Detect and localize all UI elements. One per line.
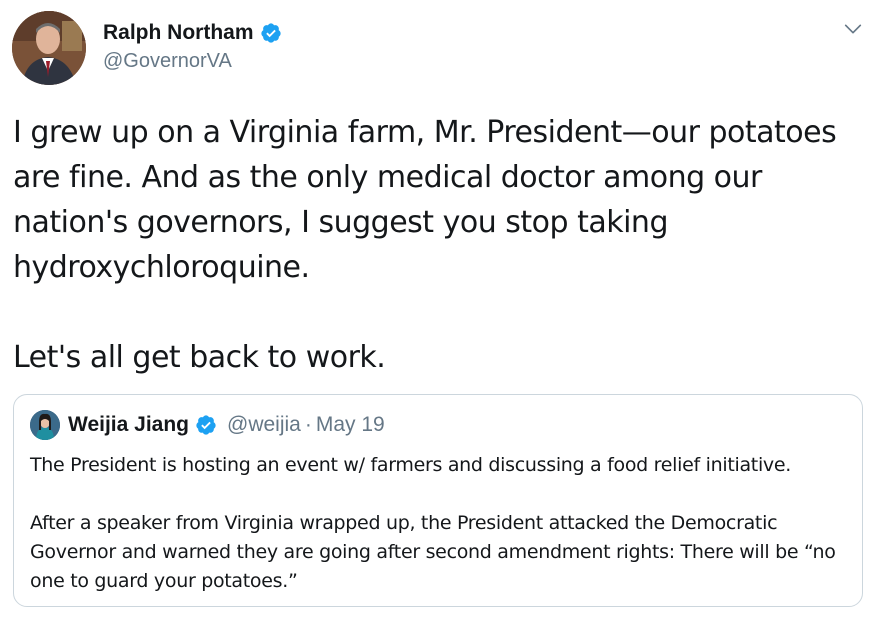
verified-badge-icon xyxy=(260,23,281,43)
quoted-author-photo xyxy=(30,410,60,440)
author-handle[interactable]: @GovernorVA xyxy=(103,50,282,73)
quoted-separator: · xyxy=(304,413,312,436)
author-name-row: Ralph Northam xyxy=(103,18,282,48)
tweet: Ralph Northam @GovernorVA I grew up on a… xyxy=(0,0,880,627)
quoted-verified-badge-icon xyxy=(196,415,216,435)
chevron-down-icon[interactable] xyxy=(842,18,864,40)
quoted-tweet-card[interactable]: Weijia Jiang @weijia · May 19 The Presid… xyxy=(13,394,863,607)
quoted-date[interactable]: May 19 xyxy=(316,413,385,437)
quoted-paragraph-1: The President is hosting an event w/ far… xyxy=(30,454,791,476)
author-photo xyxy=(12,11,86,85)
quoted-header: Weijia Jiang @weijia · May 19 xyxy=(68,409,385,441)
quoted-text: The President is hosting an event w/ far… xyxy=(30,451,850,596)
quoted-display-name[interactable]: Weijia Jiang xyxy=(68,413,189,437)
quoted-handle[interactable]: @weijia xyxy=(227,413,301,437)
author-display-name[interactable]: Ralph Northam xyxy=(103,21,254,45)
quoted-paragraph-2: After a speaker from Virginia wrapped up… xyxy=(30,512,836,592)
tweet-text: I grew up on a Virginia farm, Mr. Presid… xyxy=(13,115,837,375)
author-info: Ralph Northam @GovernorVA xyxy=(103,18,282,73)
quoted-author-avatar[interactable] xyxy=(30,410,60,440)
author-avatar[interactable] xyxy=(12,11,86,85)
